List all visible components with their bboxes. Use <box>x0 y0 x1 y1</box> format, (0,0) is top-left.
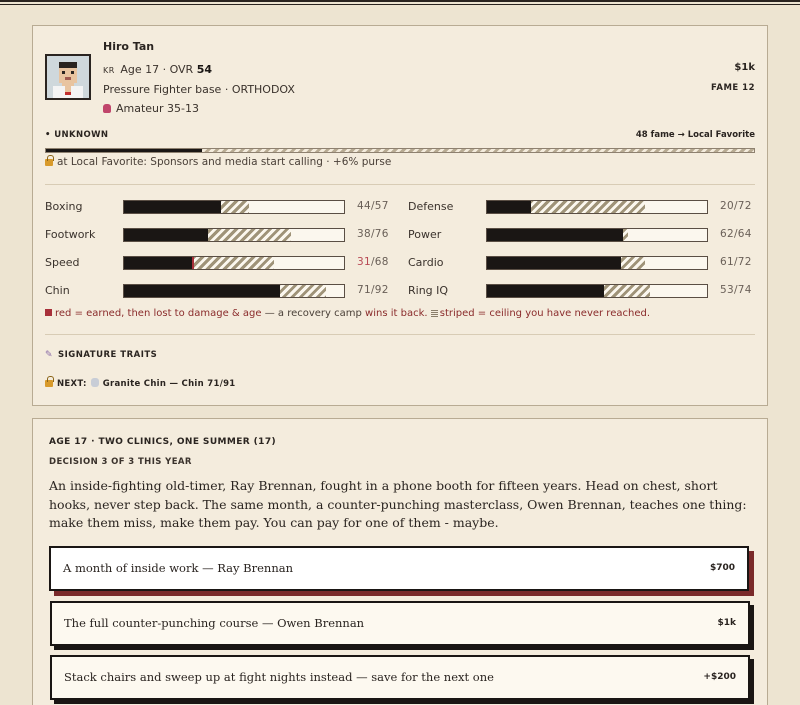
choice-label: The full counter-punching course — Owen … <box>64 616 365 630</box>
ovr-value: 54 <box>196 63 213 76</box>
fame-progress-bar <box>45 148 755 153</box>
choice-label: Stack chairs and sweep up at fight night… <box>64 670 494 684</box>
striped-swatch-icon <box>430 309 438 317</box>
stat-value: 44/57 <box>357 200 389 212</box>
legend-striped-text: striped = ceiling you have never reached… <box>439 308 650 319</box>
traits-title: SIGNATURE TRAITS <box>58 350 158 360</box>
stat-bar <box>486 284 708 298</box>
stat-value-max: /68 <box>370 256 389 268</box>
stat-label: Chin <box>45 284 70 297</box>
fighter-style: Pressure Fighter base · ORTHODOX <box>103 83 295 96</box>
fame-progress-fill <box>46 149 202 152</box>
stat-value: 31/68 <box>357 256 389 268</box>
red-swatch-icon <box>45 309 52 316</box>
fighter-age-ovr: KR Age 17 · OVR 54 <box>103 63 212 76</box>
lock-icon <box>45 376 54 387</box>
stat-bar <box>123 200 345 214</box>
divider <box>45 334 755 335</box>
stat-bar <box>486 228 708 242</box>
legend-middle-text: — a recovery camp <box>261 308 366 319</box>
fame-status: • UNKNOWN <box>45 130 109 140</box>
stat-value: 71/92 <box>357 284 389 296</box>
stat-current-fill <box>487 285 604 297</box>
stat-row-boxing: Boxing 44/57 <box>45 199 395 215</box>
money-display: $1k <box>734 62 755 73</box>
choice-cost: $1k <box>717 618 736 628</box>
stat-row-ring-iq: Ring IQ 53/74 <box>408 283 758 299</box>
age-ovr-label: Age 17 · OVR <box>120 63 194 76</box>
feather-icon: ✎ <box>45 350 54 360</box>
choice-label: A month of inside work — Ray Brennan <box>63 561 294 575</box>
next-trait: NEXT: Granite Chin — Chin 71/91 <box>45 376 236 389</box>
fighter-record: Amateur 35-13 <box>103 102 199 115</box>
event-card: AGE 17 · TWO CLINICS, ONE SUMMER (17) DE… <box>32 418 768 705</box>
stat-value: 38/76 <box>357 228 389 240</box>
stat-label: Cardio <box>408 256 444 269</box>
stats-legend: red = earned, then lost to damage & age … <box>45 308 650 319</box>
stat-lost-fill <box>192 257 195 269</box>
stat-current-fill <box>124 257 193 269</box>
event-description: An inside-fighting old-timer, Ray Brenna… <box>49 478 747 530</box>
stat-value: 53/74 <box>720 284 752 296</box>
choice-button-inside-work[interactable]: A month of inside work — Ray Brennan $70… <box>49 546 749 591</box>
stat-row-speed: Speed 31/68 <box>45 255 395 271</box>
fighter-name: Hiro Tan <box>103 40 155 53</box>
stone-icon <box>90 378 99 387</box>
next-label: NEXT: <box>57 379 87 389</box>
stat-value: 62/64 <box>720 228 752 240</box>
fame-display: FAME 12 <box>711 83 755 93</box>
choice-button-save[interactable]: Stack chairs and sweep up at fight night… <box>50 655 750 700</box>
stat-row-footwork: Footwork 38/76 <box>45 227 395 243</box>
event-subtitle: DECISION 3 OF 3 THIS YEAR <box>49 457 192 467</box>
signature-traits-heading: ✎ SIGNATURE TRAITS <box>45 350 157 360</box>
stat-row-chin: Chin 71/92 <box>45 283 395 299</box>
fighter-card: Hiro Tan KR Age 17 · OVR 54 Pressure Fig… <box>32 25 768 406</box>
country-flag: KR <box>103 66 115 75</box>
unlock-text: at Local Favorite: Sponsors and media st… <box>57 156 392 168</box>
stat-label: Boxing <box>45 200 83 213</box>
stat-label: Footwork <box>45 228 96 241</box>
stat-current-fill <box>124 201 221 213</box>
stat-current-fill <box>124 285 281 297</box>
boxing-glove-icon <box>103 104 111 113</box>
record-text: Amateur 35-13 <box>116 102 200 115</box>
stat-value: 61/72 <box>720 256 752 268</box>
choice-cost: +$200 <box>703 672 736 682</box>
event-title: AGE 17 · TWO CLINICS, ONE SUMMER (17) <box>49 437 276 447</box>
stat-value-damaged: 31 <box>357 256 371 268</box>
stat-current-fill <box>124 229 208 241</box>
lock-icon <box>45 155 54 166</box>
stat-current-fill <box>487 229 624 241</box>
top-rule <box>0 0 800 5</box>
choice-cost: $700 <box>709 563 735 573</box>
stat-bar <box>123 284 345 298</box>
stat-row-cardio: Cardio 61/72 <box>408 255 758 271</box>
stat-current-fill <box>487 201 531 213</box>
fame-unlock-note: at Local Favorite: Sponsors and media st… <box>45 155 392 168</box>
stat-bar <box>486 256 708 270</box>
choice-button-counter-punching[interactable]: The full counter-punching course — Owen … <box>50 601 750 646</box>
divider <box>45 184 755 185</box>
stat-bar <box>123 256 345 270</box>
legend-red-text: red = earned, then lost to damage & age <box>55 308 262 319</box>
stat-current-fill <box>487 257 622 269</box>
legend-wins-text: wins it back. <box>365 308 428 319</box>
stat-value: 20/72 <box>720 200 752 212</box>
stat-bar <box>123 228 345 242</box>
stat-row-defense: Defense 20/72 <box>408 199 758 215</box>
stat-label: Speed <box>45 256 80 269</box>
stat-bar <box>486 200 708 214</box>
next-trait-value: Granite Chin — Chin 71/91 <box>102 379 236 389</box>
avatar <box>45 54 91 100</box>
stat-row-power: Power 62/64 <box>408 227 758 243</box>
pixel-portrait-icon <box>47 56 89 98</box>
stat-label: Defense <box>408 200 454 213</box>
stat-label: Power <box>408 228 442 241</box>
stat-label: Ring IQ <box>408 284 449 297</box>
fame-progress-text: 48 fame → Local Favorite <box>635 130 755 140</box>
